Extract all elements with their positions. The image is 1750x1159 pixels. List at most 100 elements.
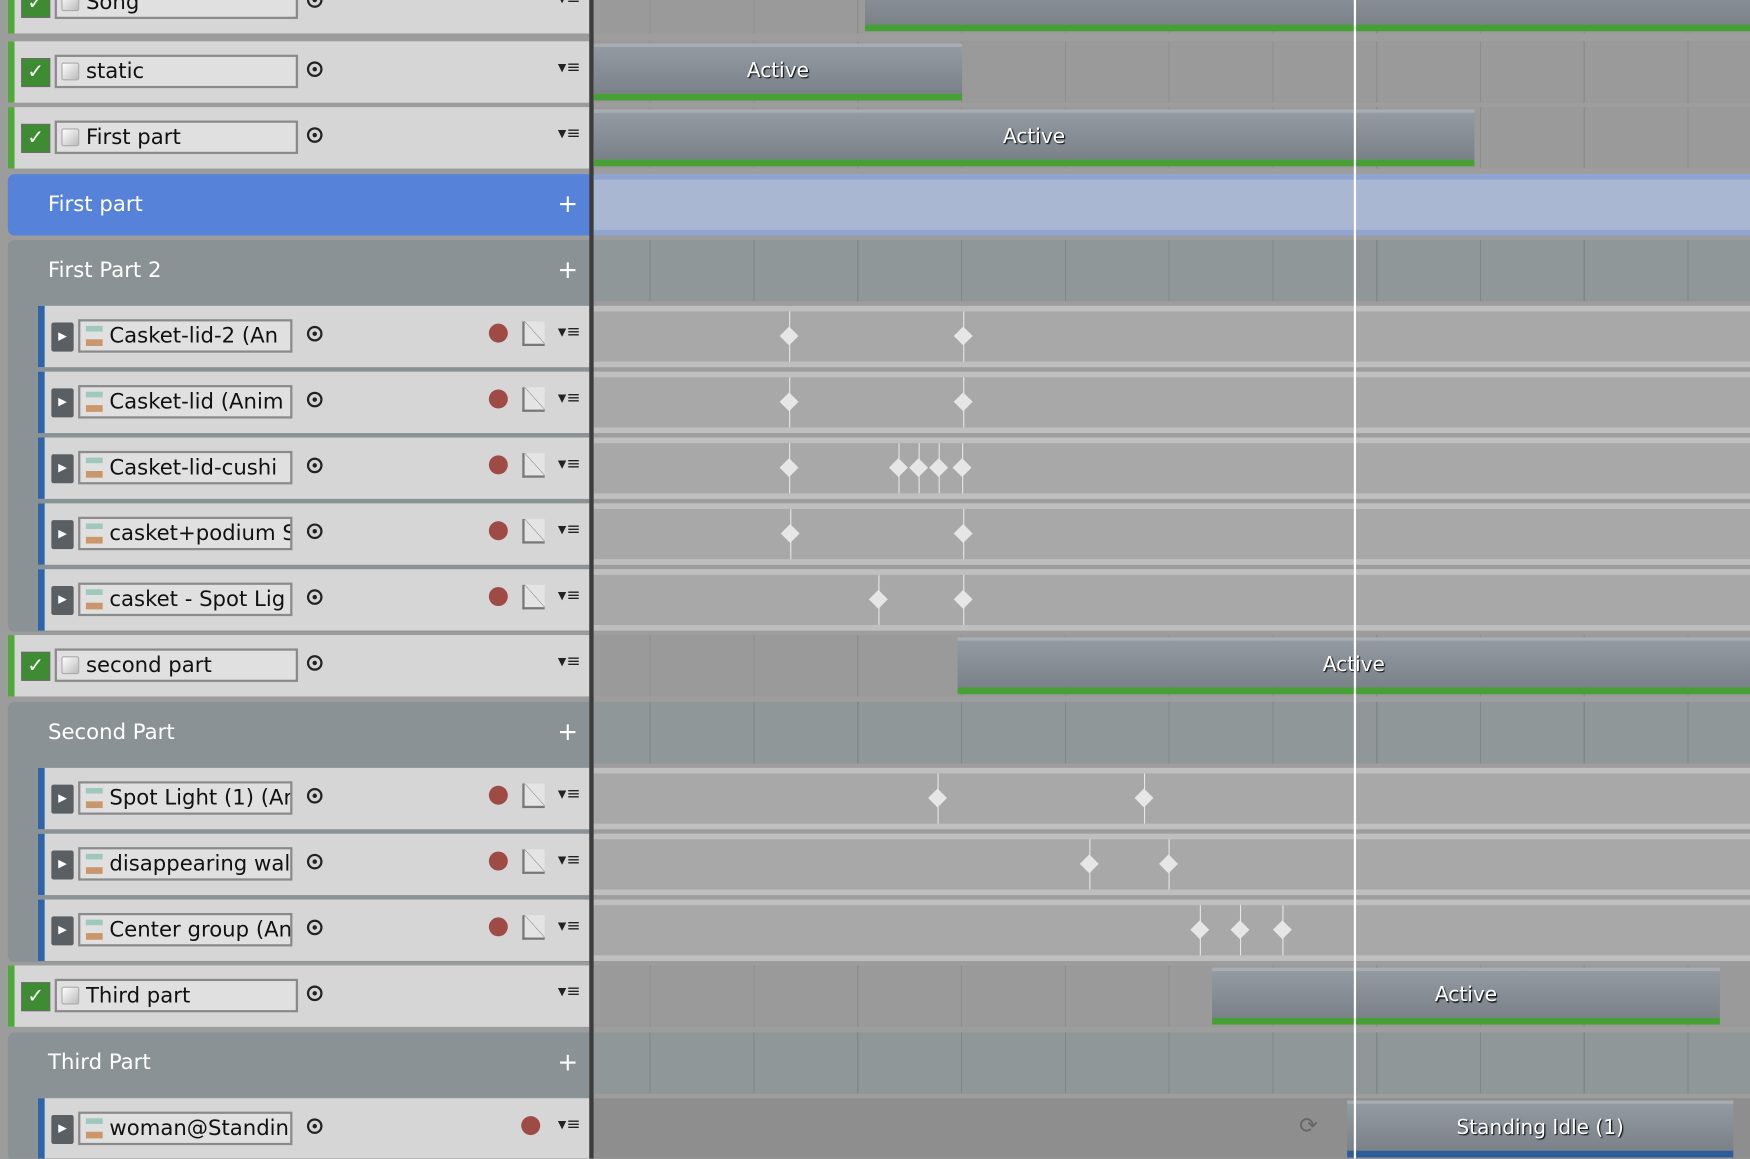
keyframe-diamond[interactable] <box>779 458 799 478</box>
track-object-field[interactable]: Casket-lid-2 (An <box>78 319 293 353</box>
record-button[interactable] <box>521 1116 541 1136</box>
record-button[interactable] <box>488 917 508 937</box>
activation-clip[interactable]: Active <box>593 43 963 101</box>
playhead[interactable] <box>1353 0 1357 1159</box>
keyframe-diamond[interactable] <box>1079 854 1099 874</box>
keyframe-diamond[interactable] <box>953 326 973 346</box>
enable-checkbox[interactable]: ✓ <box>21 58 51 88</box>
record-button[interactable] <box>488 587 508 607</box>
keyframe-diamond[interactable] <box>780 524 800 543</box>
keyframe-diamond[interactable] <box>779 326 799 346</box>
add-track-button[interactable]: + <box>558 240 579 301</box>
curves-toggle-icon[interactable] <box>522 321 545 346</box>
curves-toggle-icon[interactable] <box>522 915 545 940</box>
animation-track[interactable]: ▶ Casket-lid-cushi ▾≡ <box>37 437 590 499</box>
object-picker-icon[interactable] <box>306 853 323 870</box>
play-preview-button[interactable]: ▶ <box>51 850 74 880</box>
activation-track[interactable]: ✓ First part ▾≡ <box>7 107 590 169</box>
object-picker-icon[interactable] <box>306 391 323 408</box>
keyframe-diamond[interactable] <box>1190 920 1210 940</box>
track-object-field[interactable]: First part <box>54 120 298 155</box>
track-menu-icon[interactable]: ▾≡ <box>558 123 580 143</box>
enable-checkbox[interactable]: ✓ <box>21 651 51 681</box>
group-header[interactable]: Second Part + <box>8 702 589 763</box>
animation-track[interactable]: ▶ woman@Standin ▾≡ <box>37 1098 590 1159</box>
record-button[interactable] <box>488 785 508 805</box>
record-button[interactable] <box>488 455 508 475</box>
group-header[interactable]: First part + <box>7 174 590 236</box>
keyframe-diamond[interactable] <box>953 524 973 543</box>
group-timeline-row[interactable] <box>593 702 1750 764</box>
track-menu-icon[interactable]: ▾≡ <box>558 519 580 539</box>
track-menu-icon[interactable]: ▾≡ <box>558 321 580 341</box>
curves-toggle-icon[interactable] <box>522 518 545 544</box>
track-object-field[interactable]: disappearing wal <box>78 847 293 881</box>
curves-toggle-icon[interactable] <box>522 584 545 610</box>
track-object-field[interactable]: static <box>54 54 298 89</box>
record-button[interactable] <box>488 851 508 871</box>
group-header[interactable]: First Part 2 + <box>8 240 589 301</box>
activation-track[interactable]: ✓ static ▾≡ <box>7 41 590 103</box>
play-preview-button[interactable]: ▶ <box>51 784 74 814</box>
animation-track[interactable]: ▶ Center group (An ▾≡ <box>37 899 590 961</box>
curves-toggle-icon[interactable] <box>522 783 545 809</box>
animation-track[interactable]: ▶ disappearing wal ▾≡ <box>37 833 590 896</box>
object-picker-icon[interactable] <box>306 1118 323 1134</box>
track-menu-icon[interactable]: ▾≡ <box>558 57 580 77</box>
activation-track[interactable]: ✓ Song ▾≡ <box>7 0 590 34</box>
track-object-field[interactable]: Song <box>54 0 298 19</box>
play-preview-button[interactable]: ▶ <box>51 388 74 418</box>
animation-track[interactable]: ▶ Casket-lid (Anim ▾≡ <box>37 371 590 434</box>
keyframe-diamond[interactable] <box>909 458 929 478</box>
curves-toggle-icon[interactable] <box>522 387 545 412</box>
keyframe-diamond[interactable] <box>928 788 947 808</box>
play-preview-button[interactable]: ▶ <box>51 1114 74 1145</box>
keyframe-diamond[interactable] <box>953 589 973 609</box>
object-picker-icon[interactable] <box>306 655 323 671</box>
enable-checkbox[interactable]: ✓ <box>21 982 51 1012</box>
track-menu-icon[interactable]: ▾≡ <box>558 585 580 605</box>
keyframe-diamond[interactable] <box>1272 920 1292 940</box>
activation-track[interactable]: ✓ Third part ▾≡ <box>7 965 590 1027</box>
track-menu-icon[interactable]: ▾≡ <box>558 784 580 804</box>
play-preview-button[interactable]: ▶ <box>51 916 74 946</box>
object-picker-icon[interactable] <box>306 589 323 605</box>
group-timeline-row[interactable] <box>593 1032 1750 1094</box>
group-timeline-row[interactable] <box>593 239 1750 302</box>
track-menu-icon[interactable]: ▾≡ <box>558 387 580 407</box>
activation-track[interactable]: ✓ second part ▾≡ <box>7 635 590 697</box>
add-track-button[interactable]: + <box>558 702 579 763</box>
object-picker-icon[interactable] <box>306 985 323 1002</box>
animation-track[interactable]: ▶ Spot Light (1) (An ▾≡ <box>37 767 590 830</box>
group-header[interactable]: Third Part + <box>8 1032 589 1093</box>
object-picker-icon[interactable] <box>306 0 323 8</box>
track-object-field[interactable]: Casket-lid (Anim <box>78 385 293 419</box>
play-preview-button[interactable]: ▶ <box>51 585 74 615</box>
curves-toggle-icon[interactable] <box>522 849 545 874</box>
object-picker-icon[interactable] <box>306 127 323 143</box>
keyframe-diamond[interactable] <box>1134 788 1154 808</box>
animation-track[interactable]: ▶ casket - Spot Lig ▾≡ <box>37 569 590 631</box>
add-track-button[interactable]: + <box>558 1032 579 1093</box>
track-menu-icon[interactable]: ▾≡ <box>558 651 580 671</box>
keyframe-diamond[interactable] <box>952 458 972 478</box>
play-preview-button[interactable]: ▶ <box>51 322 74 352</box>
track-object-field[interactable]: woman@Standin <box>78 1111 293 1146</box>
activation-clip[interactable]: Active <box>1212 967 1720 1025</box>
add-track-button[interactable]: + <box>558 174 579 235</box>
object-picker-icon[interactable] <box>306 787 323 804</box>
enable-checkbox[interactable]: ✓ <box>21 0 51 18</box>
activation-clip[interactable]: Active <box>593 109 1475 167</box>
object-picker-icon[interactable] <box>306 457 323 474</box>
animation-track[interactable]: ▶ casket+podium S ▾≡ <box>37 503 590 565</box>
track-menu-icon[interactable]: ▾≡ <box>558 0 580 8</box>
timeline-area[interactable]: Active Active Active Active ⟳ Standing Idle (… <box>593 0 1750 1159</box>
keyframe-diamond[interactable] <box>953 392 973 412</box>
record-button[interactable] <box>488 521 508 541</box>
track-object-field[interactable]: Center group (An <box>78 912 293 947</box>
track-menu-icon[interactable]: ▾≡ <box>558 981 580 1001</box>
track-object-field[interactable]: casket - Spot Lig <box>78 582 293 617</box>
curves-toggle-icon[interactable] <box>522 453 545 478</box>
track-object-field[interactable]: Spot Light (1) (An <box>78 781 293 815</box>
keyframe-diamond[interactable] <box>1159 854 1179 874</box>
